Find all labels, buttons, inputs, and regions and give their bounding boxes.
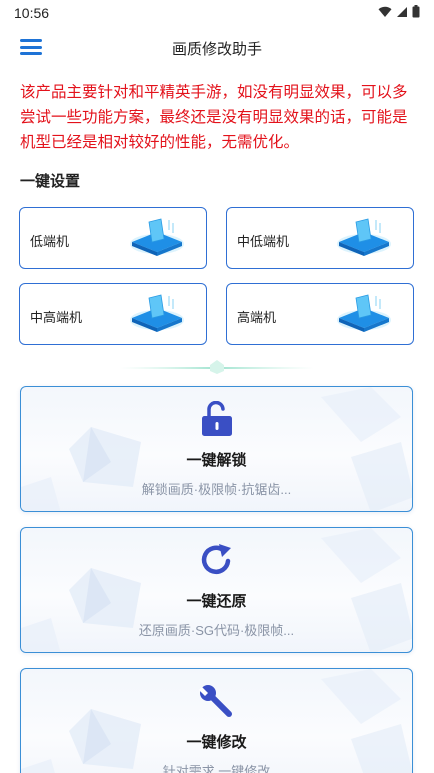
page-title: 画质修改助手	[171, 41, 262, 58]
notice-text: 该产品主要针对和平精英手游，如没有明显效果，可以多尝试一些功能方案，最终还是没有…	[20, 84, 408, 151]
preset-label: 中高端机	[30, 310, 83, 325]
wifi-icon	[378, 6, 392, 17]
phone-device-icon	[337, 218, 391, 256]
section-title: 一键设置	[20, 173, 81, 190]
preset-label: 高端机	[237, 310, 277, 325]
status-icons	[378, 5, 420, 18]
card-title: 一键修改	[186, 734, 247, 751]
phone-device-icon	[337, 294, 391, 332]
preset-mid-low-end-button[interactable]: 中低端机	[226, 207, 414, 269]
restore-card-button[interactable]: 一键还原 还原画质·SG代码·极限帧...	[20, 527, 413, 653]
preset-mid-high-end-button[interactable]: 中高端机	[19, 283, 207, 345]
refresh-icon	[201, 544, 231, 575]
preset-label: 中低端机	[237, 234, 290, 249]
section-divider	[120, 360, 314, 374]
unlock-icon	[202, 401, 232, 436]
app-bar: 画质修改助手	[0, 30, 434, 64]
modify-card-button[interactable]: 一键修改 针对需求 一键修改	[20, 668, 413, 773]
card-subtitle: 解锁画质·极限帧·抗锯齿...	[141, 482, 292, 497]
preset-label: 低端机	[30, 234, 70, 249]
preset-low-end-button[interactable]: 低端机	[19, 207, 207, 269]
card-subtitle: 还原画质·SG代码·极限帧...	[138, 623, 295, 638]
status-time: 10:56	[14, 5, 50, 21]
preset-high-end-button[interactable]: 高端机	[226, 283, 414, 345]
signal-icon	[397, 6, 407, 17]
phone-device-icon	[130, 294, 184, 332]
phone-device-icon	[130, 218, 184, 256]
wrench-icon	[199, 685, 232, 717]
card-title: 一键解锁	[186, 452, 247, 469]
card-title: 一键还原	[186, 593, 247, 610]
status-bar: 10:56	[0, 0, 434, 26]
card-subtitle: 针对需求 一键修改	[162, 764, 271, 773]
unlock-card-button[interactable]: 一键解锁 解锁画质·极限帧·抗锯齿...	[20, 386, 413, 512]
battery-icon	[412, 5, 420, 18]
